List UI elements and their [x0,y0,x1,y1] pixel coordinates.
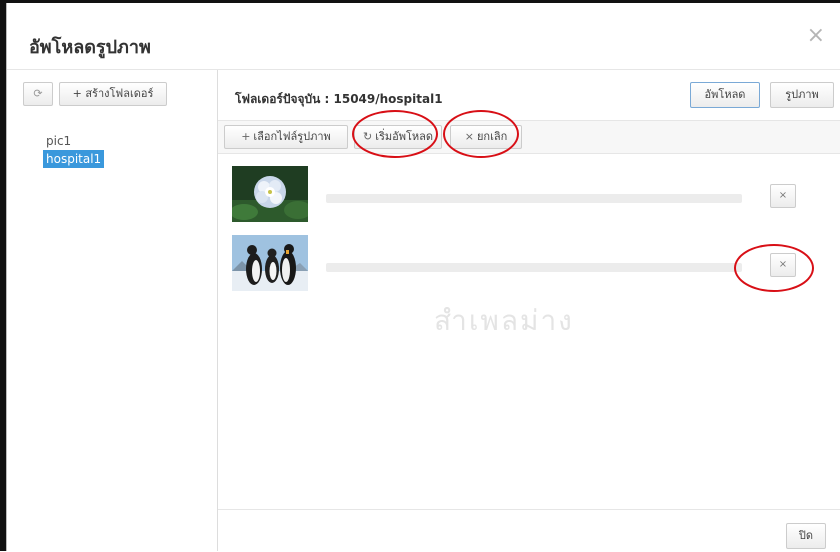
remove-file-button[interactable]: × [770,253,796,277]
close-icon[interactable]: × [807,25,825,47]
new-folder-button[interactable]: + สร้างโฟลเดอร์ [59,82,167,106]
upload-image-dialog: อัพโหลดรูปภาพ × ⟳ + สร้างโฟลเดอร์ pic1 h… [6,3,840,551]
close-button[interactable]: ปิด [786,523,826,549]
cancel-icon: × [464,130,474,143]
folder-sidebar: ⟳ + สร้างโฟลเดอร์ pic1 hospital1 [7,70,217,551]
panel-header: โฟลเดอร์ปัจจุบัน : 15049/hospital1 อัพโห… [218,70,840,120]
tab-upload[interactable]: อัพโหลด [690,82,760,108]
flower-thumbnail [232,166,308,222]
dialog-footer: ปิด [218,509,840,552]
folder-item-hospital1[interactable]: hospital1 [43,150,105,168]
remove-icon: × [778,259,788,270]
upload-toolbar: + เลือกไฟล์รูปภาพ ↻ เริ่มอัพโหลด × ยกเลิก [218,120,840,154]
start-upload-label: เริ่มอัพโหลด [375,130,434,143]
tab-images[interactable]: รูปภาพ [770,82,834,108]
dialog-header: อัพโหลดรูปภาพ × [7,3,840,70]
cancel-upload-button[interactable]: × ยกเลิก [450,125,522,149]
select-files-button[interactable]: + เลือกไฟล์รูปภาพ [224,125,348,149]
upload-progress-bar [326,194,742,203]
remove-file-button[interactable]: × [770,184,796,208]
plus-icon: + [241,130,251,143]
penguins-thumbnail [232,235,308,291]
watermark-text: สำเพลม่าง [434,304,574,337]
refresh-button[interactable]: ⟳ [23,82,53,106]
upload-arrow-icon: ↻ [362,130,373,143]
upload-queue: × × สำเพลม่าง [218,153,840,509]
refresh-icon: ⟳ [33,87,43,100]
current-folder-label: โฟลเดอร์ปัจจุบัน : 15049/hospital1 [235,92,443,106]
cancel-label: ยกเลิก [476,130,508,143]
upload-progress-bar [326,263,742,272]
upload-panel: โฟลเดอร์ปัจจุบัน : 15049/hospital1 อัพโห… [217,70,840,551]
folder-item-pic1[interactable]: pic1 [43,132,74,150]
remove-icon: × [778,190,788,201]
select-files-label: เลือกไฟล์รูปภาพ [253,130,331,143]
start-upload-button[interactable]: ↻ เริ่มอัพโหลด [354,125,442,149]
dialog-title: อัพโหลดรูปภาพ [29,37,151,58]
